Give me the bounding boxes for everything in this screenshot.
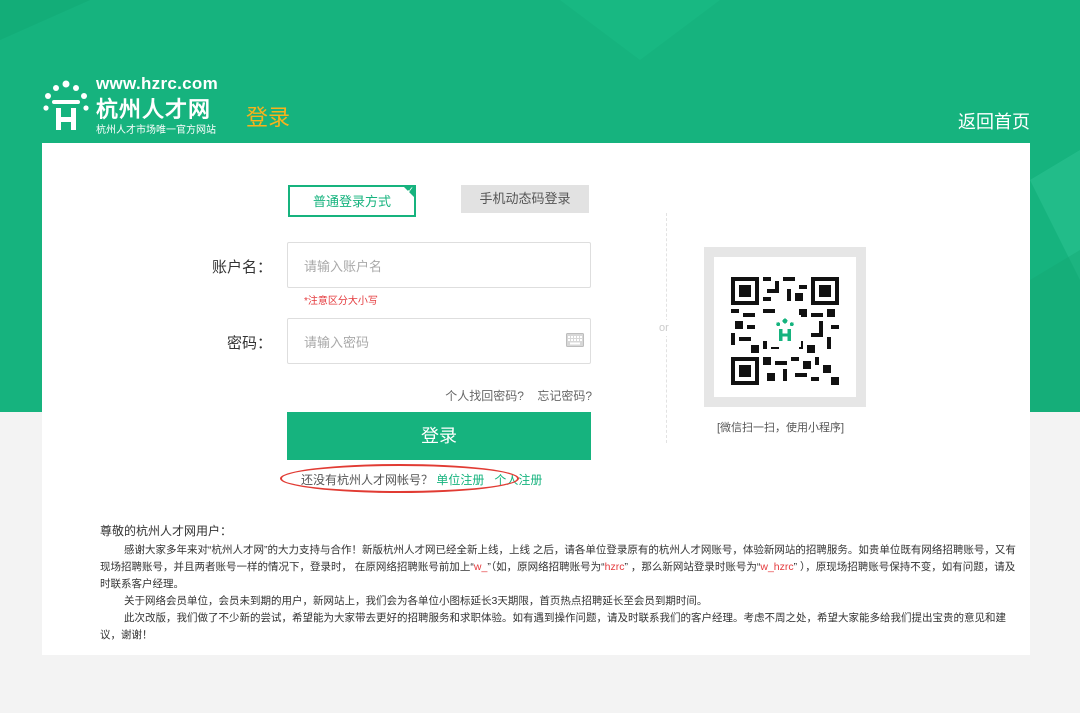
logo-url: www.hzrc.com (96, 74, 218, 93)
qr-code-frame (704, 247, 866, 407)
notice-highlight: w_hzrc (760, 561, 794, 573)
notice-paragraph: 关于网络会员单位，会员未到期的用户，新网站上，我们会为各单位小图标延长3天期限，… (124, 595, 708, 607)
notice-highlight: w_ (473, 561, 488, 573)
notice-highlight: hzrc (604, 561, 625, 573)
notice-greeting: 尊敬的杭州人才网用户： (100, 524, 233, 538)
back-home-link[interactable]: 返回首页 (958, 108, 1030, 134)
notice-paragraph: 感谢大家多年来对“杭州人才网”的大力支持与合作！新版杭州人才网已经全新上线，上线… (100, 542, 1020, 593)
notice-text: 尊敬的杭州人才网用户： 感谢大家多年来对“杭州人才网”的大力支持与合作！新版杭州… (100, 523, 1020, 644)
qr-code-icon (731, 277, 839, 385)
password-field-box (287, 318, 591, 365)
account-field-box (287, 242, 591, 289)
site-logo[interactable]: www.hzrc.com 杭州人才网 杭州人才市场唯一官方网站 (42, 74, 227, 136)
account-input[interactable] (302, 243, 546, 289)
account-label: 账户名： (211, 259, 272, 276)
forgot-password-link[interactable]: 忘记密码? (537, 389, 592, 403)
or-separator: or (659, 320, 669, 336)
login-button[interactable]: 登录 (287, 412, 591, 460)
logo-tagline: 杭州人才市场唯一官方网站 (96, 125, 216, 136)
password-input[interactable] (302, 319, 546, 365)
page-title: 登录 (246, 105, 291, 130)
logo-name: 杭州人才网 (96, 97, 212, 122)
tab-normal-login[interactable]: 普通登录方式 ✓ (288, 185, 416, 217)
qr-code-background (714, 257, 856, 397)
tab-normal-label: 普通登录方式 (312, 194, 391, 209)
case-sensitive-hint: *注意区分大小写 (304, 296, 378, 307)
tab-sms-login[interactable]: 手机动态码登录 (461, 185, 589, 213)
keyboard-icon[interactable] (566, 333, 584, 347)
notice-text-segment: ” ，那么新网站登录时账号为“ (624, 561, 761, 573)
login-panel: 普通登录方式 ✓ 手机动态码登录 账户名： *注意区分大小写 密码： 个人找回密… (42, 143, 1030, 655)
logo-tree-icon (43, 80, 89, 130)
register-row: 还没有杭州人才网帐号？ 单位注册 个人注册 (301, 471, 542, 488)
company-register-link[interactable]: 单位注册 (436, 473, 484, 487)
notice-text-segment: ”（如，原网络招聘账号为“ (487, 561, 605, 573)
qr-caption: [微信扫一扫，使用小程序] (717, 422, 845, 434)
personal-register-link[interactable]: 个人注册 (494, 473, 542, 487)
notice-paragraph: 此次改版，我们做了不少新的尝试，希望能为大家带去更好的招聘服务和求职体验。如有遇… (100, 612, 1006, 641)
password-help-links: 个人找回密码? 忘记密码? (445, 387, 592, 404)
no-account-text: 还没有杭州人才网帐号？ (301, 473, 434, 487)
check-icon: ✓ (406, 185, 414, 195)
password-label: 密码： (226, 335, 272, 352)
personal-recover-link[interactable]: 个人找回密码? (445, 389, 524, 403)
